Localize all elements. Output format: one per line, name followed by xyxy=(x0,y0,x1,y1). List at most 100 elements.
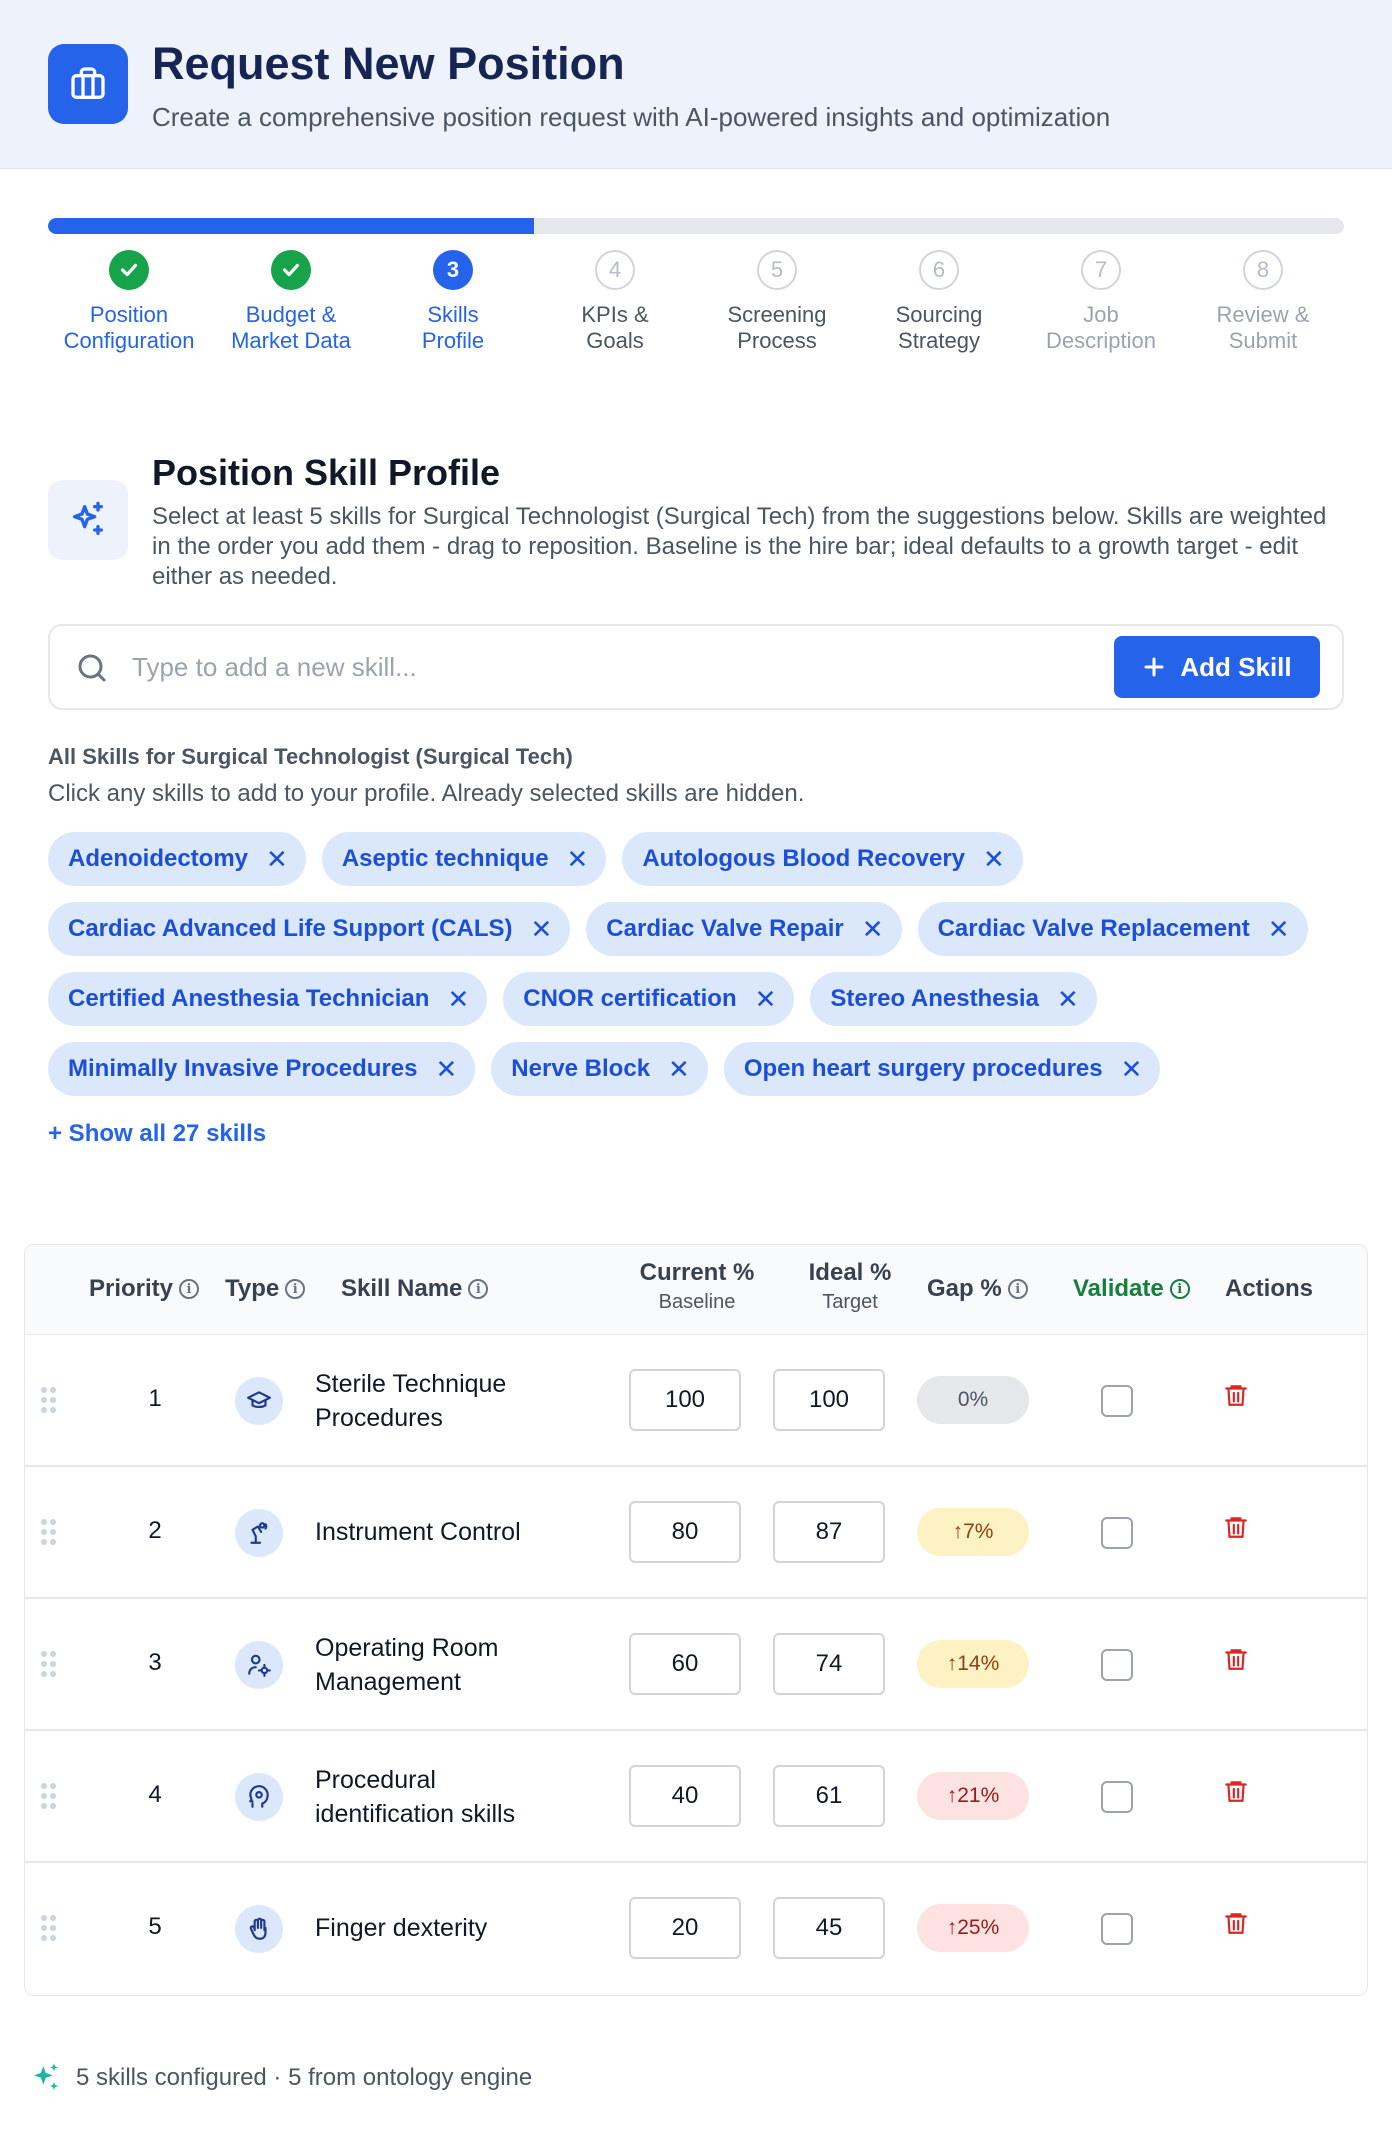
trash-icon[interactable] xyxy=(1223,1381,1249,1414)
close-icon[interactable]: ✕ xyxy=(567,846,589,872)
info-icon[interactable]: i xyxy=(285,1279,306,1299)
step-skills-profile[interactable]: 3 Skills Profile xyxy=(368,250,538,354)
trash-icon[interactable] xyxy=(1223,1513,1249,1546)
info-icon[interactable]: i xyxy=(179,1279,200,1299)
header-priority: Priority i xyxy=(89,1275,200,1303)
skill-chip-label: Certified Anesthesia Technician xyxy=(68,985,430,1012)
close-icon[interactable]: ✕ xyxy=(983,846,1005,872)
close-icon[interactable]: ✕ xyxy=(755,986,777,1012)
close-icon[interactable]: ✕ xyxy=(531,916,553,942)
drag-handle-icon[interactable] xyxy=(41,1783,57,1809)
skill-chip[interactable]: Cardiac Valve Replacement ✕ xyxy=(917,902,1308,956)
step-kpis-goals[interactable]: 4 KPIs & Goals xyxy=(530,250,700,354)
all-skills-title: All Skills for Surgical Technologist (Su… xyxy=(48,744,573,769)
current-baseline-input[interactable]: 40 xyxy=(629,1765,741,1827)
skill-suggestions: Adenoidectomy ✕ Aseptic technique ✕ Autolo… xyxy=(48,832,1348,1112)
step-position-configuration[interactable]: Position Configuration xyxy=(44,250,214,354)
skill-chip[interactable]: Open heart surgery procedures ✕ xyxy=(723,1042,1161,1096)
trash-icon[interactable] xyxy=(1223,1645,1249,1678)
step-sourcing-strategy[interactable]: 6 Sourcing Strategy xyxy=(854,250,1024,354)
current-baseline-input[interactable]: 100 xyxy=(629,1369,741,1431)
sparkles-icon xyxy=(48,480,128,560)
skill-chip[interactable]: Autologous Blood Recovery ✕ xyxy=(622,832,1023,886)
close-icon[interactable]: ✕ xyxy=(1057,986,1079,1012)
step-review-submit[interactable]: 8 Review & Submit xyxy=(1178,250,1348,354)
priority-value: 1 xyxy=(148,1385,162,1412)
step-label-line1: Sourcing xyxy=(895,302,983,327)
skill-chip[interactable]: Minimally Invasive Procedures ✕ xyxy=(48,1042,476,1096)
skill-chip-label: Nerve Block xyxy=(511,1055,651,1082)
step-job-description[interactable]: 7 Job Description xyxy=(1016,250,1186,354)
info-icon[interactable]: i xyxy=(1007,1279,1028,1299)
skill-chip[interactable]: Aseptic technique ✕ xyxy=(321,832,607,886)
close-icon[interactable]: ✕ xyxy=(436,1056,458,1082)
trash-icon[interactable] xyxy=(1223,1909,1249,1942)
ideal-target-input[interactable]: 74 xyxy=(773,1633,885,1695)
add-skill-label: Add Skill xyxy=(1180,651,1292,682)
skill-search-input[interactable] xyxy=(132,646,1032,688)
skill-chip[interactable]: Nerve Block ✕ xyxy=(491,1042,708,1096)
info-icon[interactable]: i xyxy=(468,1279,489,1299)
skill-chip-label: Stereo Anesthesia xyxy=(830,985,1039,1012)
validate-checkbox[interactable] xyxy=(1101,1517,1133,1549)
priority-value: 5 xyxy=(148,1913,162,1940)
priority-value: 3 xyxy=(148,1649,162,1676)
header-ideal-sub: Target xyxy=(822,1291,878,1313)
skill-chip[interactable]: CNOR certification ✕ xyxy=(503,972,795,1026)
section-title: Position Skill Profile xyxy=(152,452,501,493)
trash-icon[interactable] xyxy=(1223,1777,1249,1810)
skill-chip[interactable]: Certified Anesthesia Technician ✕ xyxy=(48,972,488,1026)
current-baseline-input[interactable]: 80 xyxy=(629,1501,741,1563)
drag-handle-icon[interactable] xyxy=(41,1915,57,1941)
step-label-line2: Process xyxy=(737,328,817,353)
header-type-label: Type xyxy=(225,1275,280,1302)
drag-handle-icon[interactable] xyxy=(41,1651,57,1677)
validate-checkbox[interactable] xyxy=(1101,1913,1133,1945)
header-ideal-label: Ideal % xyxy=(808,1259,892,1286)
header-validate-label: Validate xyxy=(1073,1275,1164,1302)
skill-name: Procedural identification skills xyxy=(315,1766,516,1828)
ideal-target-input[interactable]: 100 xyxy=(773,1369,885,1431)
plus-icon xyxy=(1144,657,1164,677)
drag-handle-icon[interactable] xyxy=(41,1387,57,1413)
close-icon[interactable]: ✕ xyxy=(1268,916,1290,942)
ideal-target-input[interactable]: 45 xyxy=(773,1897,885,1959)
drag-handle-icon[interactable] xyxy=(41,1519,57,1545)
header-current-sub: Baseline xyxy=(658,1291,736,1313)
validate-checkbox[interactable] xyxy=(1101,1385,1133,1417)
header-skill-name: Skill Name i xyxy=(341,1275,489,1303)
ideal-target-input[interactable]: 61 xyxy=(773,1765,885,1827)
header-validate: Validate i xyxy=(1073,1275,1190,1303)
validate-checkbox[interactable] xyxy=(1101,1649,1133,1681)
ideal-target-input[interactable]: 87 xyxy=(773,1501,885,1563)
close-icon[interactable]: ✕ xyxy=(1121,1056,1143,1082)
skill-chip[interactable]: Adenoidectomy ✕ xyxy=(48,832,306,886)
skill-search-box: Add Skill xyxy=(48,624,1344,710)
page-subtitle: Create a comprehensive position request … xyxy=(152,102,1111,132)
skill-chip-label: Cardiac Valve Repair xyxy=(606,915,844,942)
validate-checkbox[interactable] xyxy=(1101,1781,1133,1813)
header-current-label: Current % xyxy=(639,1259,755,1286)
step-screening-process[interactable]: 5 Screening Process xyxy=(692,250,862,354)
close-icon[interactable]: ✕ xyxy=(447,986,469,1012)
skill-chip-label: Autologous Blood Recovery xyxy=(642,845,966,872)
current-baseline-input[interactable]: 60 xyxy=(629,1633,741,1695)
progress-bar xyxy=(48,218,1344,234)
all-skills-subtitle: Click any skills to add to your profile.… xyxy=(48,780,805,807)
skill-chip[interactable]: Stereo Anesthesia ✕ xyxy=(810,972,1097,1026)
skill-chip[interactable]: Cardiac Valve Repair ✕ xyxy=(586,902,902,956)
skill-chip-label: Cardiac Advanced Life Support (CALS) xyxy=(68,915,513,942)
step-label-line1: Budget & xyxy=(245,302,337,327)
skill-chip[interactable]: Cardiac Advanced Life Support (CALS) ✕ xyxy=(48,902,571,956)
show-all-skills-link[interactable]: + Show all 27 skills xyxy=(48,1120,266,1148)
close-icon[interactable]: ✕ xyxy=(266,846,288,872)
gap-badge: ↑7% xyxy=(917,1508,1029,1556)
robot-arm-icon xyxy=(235,1509,283,1557)
close-icon[interactable]: ✕ xyxy=(668,1056,690,1082)
current-baseline-input[interactable]: 20 xyxy=(629,1897,741,1959)
check-icon xyxy=(271,250,311,290)
add-skill-button[interactable]: Add Skill xyxy=(1114,636,1320,698)
info-icon[interactable]: i xyxy=(1169,1279,1190,1299)
close-icon[interactable]: ✕ xyxy=(862,916,884,942)
step-budget-market-data[interactable]: Budget & Market Data xyxy=(206,250,376,354)
